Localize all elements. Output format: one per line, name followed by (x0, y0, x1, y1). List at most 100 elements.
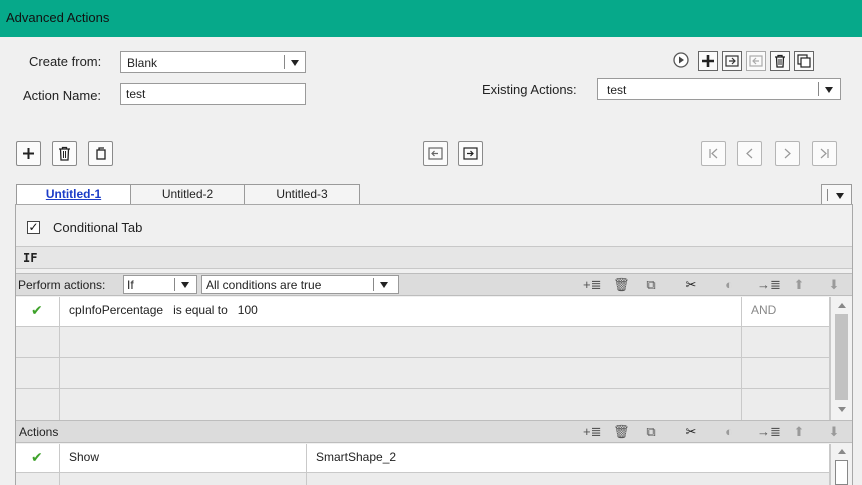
duplicate-tab-icon (96, 147, 106, 160)
create-from-select[interactable]: Blank (120, 51, 306, 73)
combo-divider (174, 278, 175, 291)
existing-actions-select[interactable]: test (597, 78, 841, 100)
move-tab-left-button[interactable] (423, 141, 448, 166)
action-status-check: ✔ (16, 444, 60, 472)
create-from-label: Create from: (29, 54, 102, 69)
trash-icon (775, 54, 785, 68)
tab-untitled-1[interactable]: Untitled-1 (16, 184, 131, 205)
condition-expression[interactable] (60, 389, 742, 420)
next-icon (784, 148, 791, 159)
insert-condition-icon[interactable]: →≣ (757, 277, 781, 293)
delete-tab-button[interactable] (52, 141, 77, 166)
combo-divider (818, 82, 819, 96)
add-action-icon[interactable]: +≣ (583, 424, 601, 440)
condition-operator[interactable]: AND (742, 297, 830, 326)
duplicate-tab-button[interactable] (88, 141, 113, 166)
tabs-overflow-button[interactable] (821, 184, 852, 205)
insert-action-icon[interactable]: →≣ (757, 424, 781, 440)
scroll-thumb[interactable] (835, 314, 848, 400)
conditions-scrollbar[interactable] (830, 297, 852, 420)
last-icon (820, 148, 829, 159)
first-tab-button[interactable] (701, 141, 726, 166)
move-down-icon[interactable]: ⬇ (826, 277, 842, 293)
delete-action-button[interactable] (770, 51, 790, 71)
conditions-grid: ✔ cpInfoPercentage is equal to 100 AND (16, 297, 830, 420)
condition-expression[interactable] (60, 358, 742, 388)
condition-type-value: All conditions are true (206, 278, 322, 292)
condition-expression[interactable]: cpInfoPercentage is equal to 100 (60, 297, 742, 326)
add-condition-icon[interactable]: +≣ (583, 277, 601, 293)
export-action-button[interactable] (746, 51, 766, 71)
play-icon (673, 52, 689, 68)
action-status-check (16, 473, 60, 485)
scroll-down-icon[interactable] (838, 407, 846, 412)
actions-toolbar: Actions +≣ 🗑 ⧉ ✂ ◐ →≣ ⬆ ⬇ (16, 420, 852, 443)
add-icon (702, 55, 714, 67)
scroll-up-icon[interactable] (838, 449, 846, 454)
action-row[interactable] (16, 473, 830, 485)
delete-action-icon[interactable]: 🗑 (613, 424, 630, 440)
tab-untitled-3[interactable]: Untitled-3 (244, 184, 360, 205)
add-action-button[interactable] (698, 51, 718, 71)
condition-row[interactable] (16, 358, 830, 389)
existing-actions-label: Existing Actions: (482, 82, 577, 97)
action-target[interactable] (307, 473, 830, 485)
copy-action-icon[interactable]: ⧉ (643, 424, 659, 440)
tab-untitled-2[interactable]: Untitled-2 (130, 184, 245, 205)
delete-condition-icon[interactable]: 🗑 (613, 277, 630, 293)
action-command[interactable]: Show (60, 444, 307, 472)
trash-icon (59, 146, 70, 161)
add-tab-button[interactable] (16, 141, 41, 166)
duplicate-action-button[interactable] (794, 51, 814, 71)
move-down-icon[interactable]: ⬇ (826, 424, 842, 440)
condition-operator[interactable] (742, 389, 830, 420)
if-label: IF (23, 251, 38, 265)
last-tab-button[interactable] (812, 141, 837, 166)
conditional-tab-checkbox[interactable]: ✓ (27, 221, 40, 234)
cut-condition-icon[interactable]: ✂ (683, 277, 699, 293)
create-from-value: Blank (127, 56, 158, 70)
condition-operator[interactable] (742, 327, 830, 357)
previous-tab-button[interactable] (737, 141, 762, 166)
import-icon (725, 55, 739, 67)
move-right-icon (463, 147, 478, 160)
move-up-icon[interactable]: ⬆ (791, 277, 807, 293)
action-target[interactable]: SmartShape_2 (307, 444, 830, 472)
import-action-button[interactable] (722, 51, 742, 71)
combo-divider (827, 189, 828, 201)
actions-scrollbar[interactable] (830, 444, 852, 485)
condition-row[interactable] (16, 327, 830, 358)
chevron-down-icon (825, 87, 833, 93)
move-tab-right-button[interactable] (458, 141, 483, 166)
condition-operator[interactable] (742, 358, 830, 388)
move-left-icon (428, 147, 443, 160)
combo-divider (373, 278, 374, 291)
scroll-thumb[interactable] (835, 460, 848, 485)
conditions-toolbar: Perform actions: If All conditions are t… (16, 273, 852, 296)
perform-mode-select[interactable]: If (123, 275, 197, 294)
scroll-up-icon[interactable] (838, 303, 846, 308)
paste-action-icon[interactable]: ◐ (721, 424, 737, 440)
actions-label: Actions (19, 425, 59, 439)
condition-status-check (16, 327, 60, 357)
condition-status-check (16, 358, 60, 388)
move-up-icon[interactable]: ⬆ (791, 424, 807, 440)
condition-expression[interactable] (60, 327, 742, 357)
copy-condition-icon[interactable]: ⧉ (643, 277, 659, 293)
condition-row[interactable]: ✔ cpInfoPercentage is equal to 100 AND (16, 297, 830, 327)
perform-mode-value: If (127, 278, 134, 292)
condition-type-select[interactable]: All conditions are true (201, 275, 399, 294)
next-tab-button[interactable] (775, 141, 800, 166)
paste-condition-icon[interactable]: ◐ (721, 277, 737, 293)
cut-action-icon[interactable]: ✂ (683, 424, 699, 440)
action-row[interactable]: ✔ Show SmartShape_2 (16, 444, 830, 473)
window-title: Advanced Actions (6, 10, 110, 25)
preview-play-button[interactable] (671, 51, 691, 71)
action-name-input[interactable]: test (120, 83, 306, 105)
condition-row[interactable] (16, 389, 830, 420)
actions-grid: ✔ Show SmartShape_2 (16, 444, 830, 485)
combo-divider (284, 55, 285, 69)
action-command[interactable] (60, 473, 307, 485)
conditional-tab-label: Conditional Tab (53, 220, 143, 235)
duplicate-icon (797, 54, 811, 68)
